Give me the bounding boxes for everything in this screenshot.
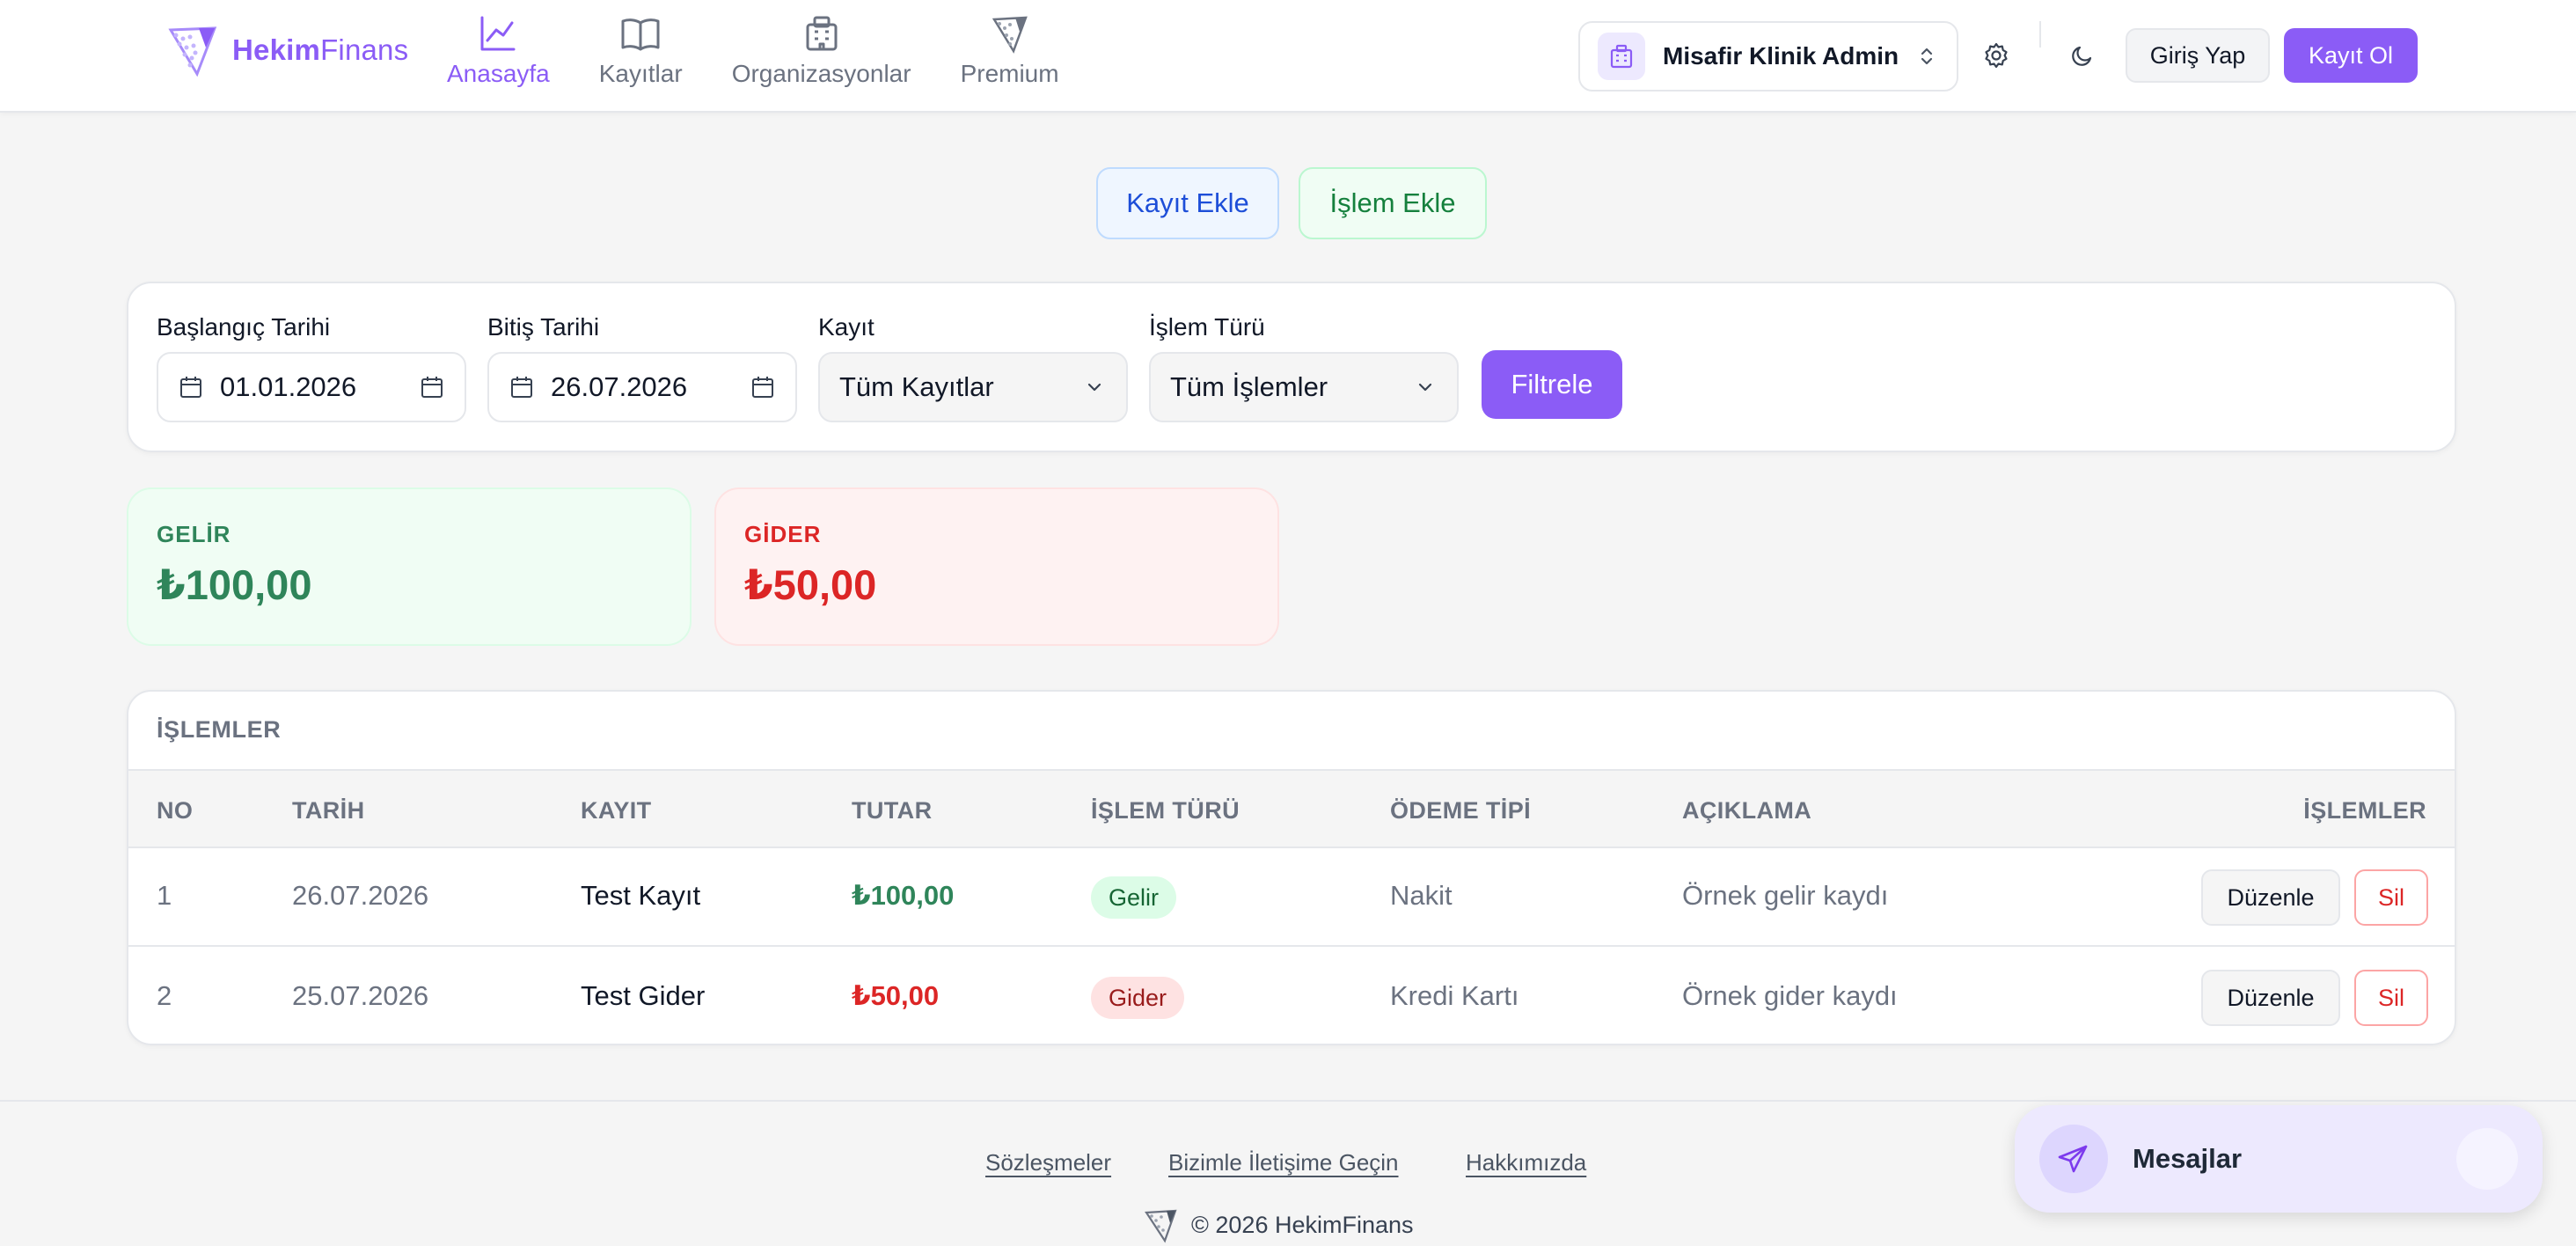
messages-toggle[interactable] bbox=[2456, 1128, 2518, 1190]
gear-icon bbox=[1985, 42, 2008, 69]
top-navbar: HekimFinans Anasayfa Kayıtlar Organizasy… bbox=[0, 0, 2576, 113]
cell-date: 25.07.2026 bbox=[292, 980, 429, 1011]
login-button[interactable]: Giriş Yap bbox=[2126, 28, 2270, 83]
signup-button[interactable]: Kayıt Ol bbox=[2284, 28, 2418, 83]
column-header-description: AÇIKLAMA bbox=[1682, 797, 1812, 824]
theme-toggle-button[interactable] bbox=[2059, 32, 2106, 79]
start-date-value: 01.01.2026 bbox=[220, 371, 357, 402]
transaction-type-label: İşlem Türü bbox=[1149, 313, 1265, 341]
settings-button[interactable] bbox=[1972, 32, 2020, 79]
record-select[interactable]: Tüm Kayıtlar bbox=[818, 352, 1128, 422]
book-icon bbox=[621, 18, 660, 51]
cell-record: Test Gider bbox=[581, 980, 706, 1011]
nav-anasayfa[interactable]: Anasayfa bbox=[447, 12, 550, 88]
filter-card: Başlangıç Tarihi 01.01.2026 Bitiş Tarihi… bbox=[127, 282, 2456, 452]
table-header: NO TARİH KAYIT TUTAR İŞLEM TÜRÜ ÖDEME Tİ… bbox=[128, 769, 2455, 848]
brand-name: HekimFinans bbox=[232, 33, 409, 66]
cell-description: Örnek gider kaydı bbox=[1682, 980, 1898, 1011]
nav-label: Kayıtlar bbox=[598, 60, 683, 87]
add-record-button[interactable]: Kayıt Ekle bbox=[1096, 167, 1279, 239]
nav-premium[interactable]: Premium bbox=[961, 12, 1059, 88]
cell-amount: ₺50,00 bbox=[852, 980, 940, 1011]
cell-payment: Kredi Kartı bbox=[1390, 980, 1519, 1011]
delete-button[interactable]: Sil bbox=[2354, 869, 2428, 926]
income-summary-card: GELİR ₺100,00 bbox=[127, 487, 692, 646]
filter-button[interactable]: Filtrele bbox=[1482, 350, 1622, 419]
footer-link-contact[interactable]: Bizimle İletişime Geçin bbox=[1168, 1149, 1399, 1176]
chevron-down-icon bbox=[1418, 383, 1432, 392]
copyright-text: © 2026 HekimFinans bbox=[1191, 1211, 1414, 1238]
end-date-label: Bitiş Tarihi bbox=[487, 313, 600, 341]
expense-value: ₺50,00 bbox=[744, 561, 877, 608]
record-label: Kayıt bbox=[818, 313, 875, 341]
column-header-payment: ÖDEME TİPİ bbox=[1390, 797, 1532, 824]
type-badge: Gider bbox=[1091, 977, 1185, 1019]
messages-label: Mesajlar bbox=[2133, 1143, 2243, 1174]
calendar-icon[interactable] bbox=[750, 374, 776, 400]
organization-select[interactable]: Misafir Klinik Admin bbox=[1578, 21, 1958, 92]
column-header-record: KAYIT bbox=[581, 797, 652, 824]
nav-kayitlar[interactable]: Kayıtlar bbox=[599, 12, 683, 88]
cell-description: Örnek gelir kaydı bbox=[1682, 880, 1889, 911]
start-date-input[interactable]: 01.01.2026 bbox=[157, 352, 466, 422]
end-date-input[interactable]: 26.07.2026 bbox=[487, 352, 797, 422]
add-transaction-button[interactable]: İşlem Ekle bbox=[1299, 167, 1487, 239]
chevron-up-down-icon bbox=[1921, 48, 1933, 65]
nav-label: Anasayfa bbox=[447, 60, 550, 87]
income-value: ₺100,00 bbox=[157, 561, 312, 608]
logo-icon bbox=[1145, 1209, 1177, 1243]
divider bbox=[2039, 21, 2041, 48]
income-label: GELİR bbox=[157, 521, 231, 547]
end-date-value: 26.07.2026 bbox=[551, 371, 688, 402]
table-row: 1 26.07.2026 Test Kayıt ₺100,00 Gelir Na… bbox=[128, 848, 2455, 947]
transaction-type-select[interactable]: Tüm İşlemler bbox=[1149, 352, 1459, 422]
column-header-no: NO bbox=[157, 797, 194, 824]
building-icon bbox=[1598, 33, 1645, 80]
footer-link-contracts[interactable]: Sözleşmeler bbox=[985, 1149, 1111, 1176]
cell-payment: Nakit bbox=[1390, 880, 1453, 911]
copyright: © 2026 HekimFinans bbox=[1142, 1206, 1414, 1244]
start-date-label: Başlangıç Tarihi bbox=[157, 313, 331, 341]
footer-link-about[interactable]: Hakkımızda bbox=[1466, 1149, 1586, 1176]
table-row: 2 25.07.2026 Test Gider ₺50,00 Gider Kre… bbox=[128, 949, 2455, 1044]
column-header-actions: İŞLEMLER bbox=[2303, 797, 2426, 824]
expense-summary-card: GİDER ₺50,00 bbox=[714, 487, 1279, 646]
cell-no: 2 bbox=[157, 980, 172, 1011]
nav-organizasyonlar[interactable]: Organizasyonlar bbox=[732, 12, 911, 88]
transactions-title: İŞLEMLER bbox=[157, 716, 282, 743]
nav-label: Organizasyonlar bbox=[731, 60, 911, 87]
edit-button[interactable]: Düzenle bbox=[2201, 869, 2340, 926]
cell-no: 1 bbox=[157, 880, 172, 911]
transaction-type-value: Tüm İşlemler bbox=[1170, 371, 1328, 402]
cell-record: Test Kayıt bbox=[581, 880, 701, 911]
column-header-amount: TUTAR bbox=[852, 797, 933, 824]
column-header-type: İŞLEM TÜRÜ bbox=[1091, 797, 1240, 824]
type-badge: Gelir bbox=[1091, 876, 1177, 919]
delete-button[interactable]: Sil bbox=[2354, 970, 2428, 1026]
brand[interactable]: HekimFinans bbox=[164, 19, 408, 81]
organization-name: Misafir Klinik Admin bbox=[1663, 42, 1899, 70]
chart-line-icon bbox=[480, 16, 516, 51]
logo-icon bbox=[992, 16, 1028, 54]
send-icon bbox=[2039, 1125, 2108, 1193]
column-header-date: TARİH bbox=[292, 797, 365, 824]
moon-icon bbox=[2072, 46, 2092, 66]
record-select-value: Tüm Kayıtlar bbox=[839, 371, 994, 402]
main-nav: Anasayfa Kayıtlar Organizasyonlar Premiu… bbox=[447, 12, 1109, 88]
cell-amount: ₺100,00 bbox=[852, 880, 955, 911]
logo-icon bbox=[168, 26, 217, 77]
cell-date: 26.07.2026 bbox=[292, 880, 429, 911]
calendar-icon[interactable] bbox=[419, 374, 445, 400]
building-icon bbox=[806, 16, 838, 51]
messages-widget[interactable]: Mesajlar bbox=[2015, 1105, 2543, 1213]
calendar-icon bbox=[180, 377, 201, 398]
edit-button[interactable]: Düzenle bbox=[2201, 970, 2340, 1026]
nav-label: Premium bbox=[960, 60, 1059, 87]
transactions-card: İŞLEMLER NO TARİH KAYIT TUTAR İŞLEM TÜRÜ… bbox=[127, 690, 2456, 1045]
calendar-icon bbox=[511, 377, 532, 398]
expense-label: GİDER bbox=[744, 521, 822, 547]
chevron-down-icon bbox=[1087, 383, 1101, 392]
